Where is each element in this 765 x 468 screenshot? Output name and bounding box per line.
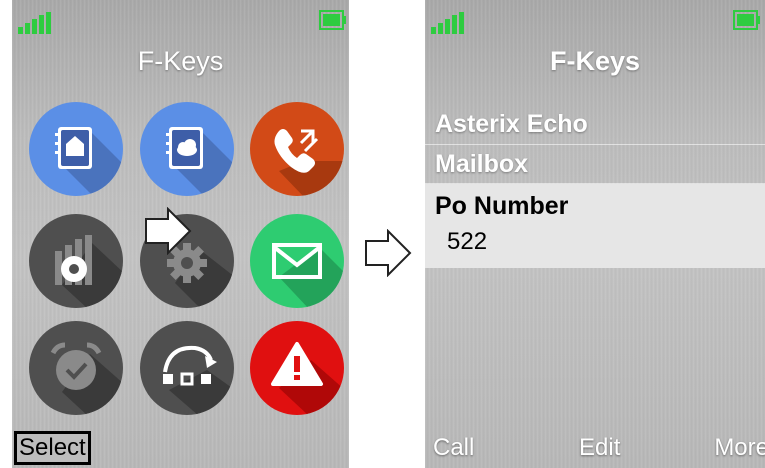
battery-icon <box>733 10 760 30</box>
battery-icon <box>319 10 346 30</box>
call-transfer-icon[interactable] <box>249 101 345 197</box>
transition-arrow-icon <box>365 229 412 277</box>
menu-item-label: Mailbox <box>435 150 529 178</box>
call-softkey[interactable]: Call <box>433 434 474 462</box>
signal-strength-icon <box>18 12 51 34</box>
menu-item-po-number[interactable]: Po Number 522 <box>425 184 765 268</box>
pointer-arrow-icon <box>145 207 192 255</box>
select-softkey[interactable]: Select <box>14 431 91 465</box>
menu-item-value: 522 <box>447 228 488 255</box>
screen-title: F-Keys <box>137 46 224 76</box>
contacts-book-cloud-icon[interactable] <box>139 101 235 197</box>
more-softkey[interactable]: More <box>714 434 765 462</box>
alarm-clock-icon[interactable] <box>28 320 124 416</box>
fkeys-grid-screen: F-Keys Select <box>12 0 349 468</box>
edit-softkey[interactable]: Edit <box>579 434 620 462</box>
profile-rotate-icon[interactable] <box>139 320 235 416</box>
signal-strength-icon <box>431 12 464 34</box>
settings-bars-icon[interactable] <box>28 213 124 309</box>
alert-warning-icon[interactable] <box>249 320 345 416</box>
screen-title: F-Keys <box>549 46 641 76</box>
menu-item-label: Asterix Echo <box>435 110 588 138</box>
fkey-detail-screen: F-Keys Asterix Echo Mailbox Po Number 52… <box>425 0 765 468</box>
messaging-envelope-icon[interactable] <box>249 213 345 309</box>
contacts-book-home-icon[interactable] <box>28 101 124 197</box>
menu-item-mailbox[interactable]: Mailbox <box>425 145 765 184</box>
menu-item-label: Po Number <box>435 192 569 220</box>
menu-item-asterix-echo[interactable]: Asterix Echo <box>425 104 765 145</box>
